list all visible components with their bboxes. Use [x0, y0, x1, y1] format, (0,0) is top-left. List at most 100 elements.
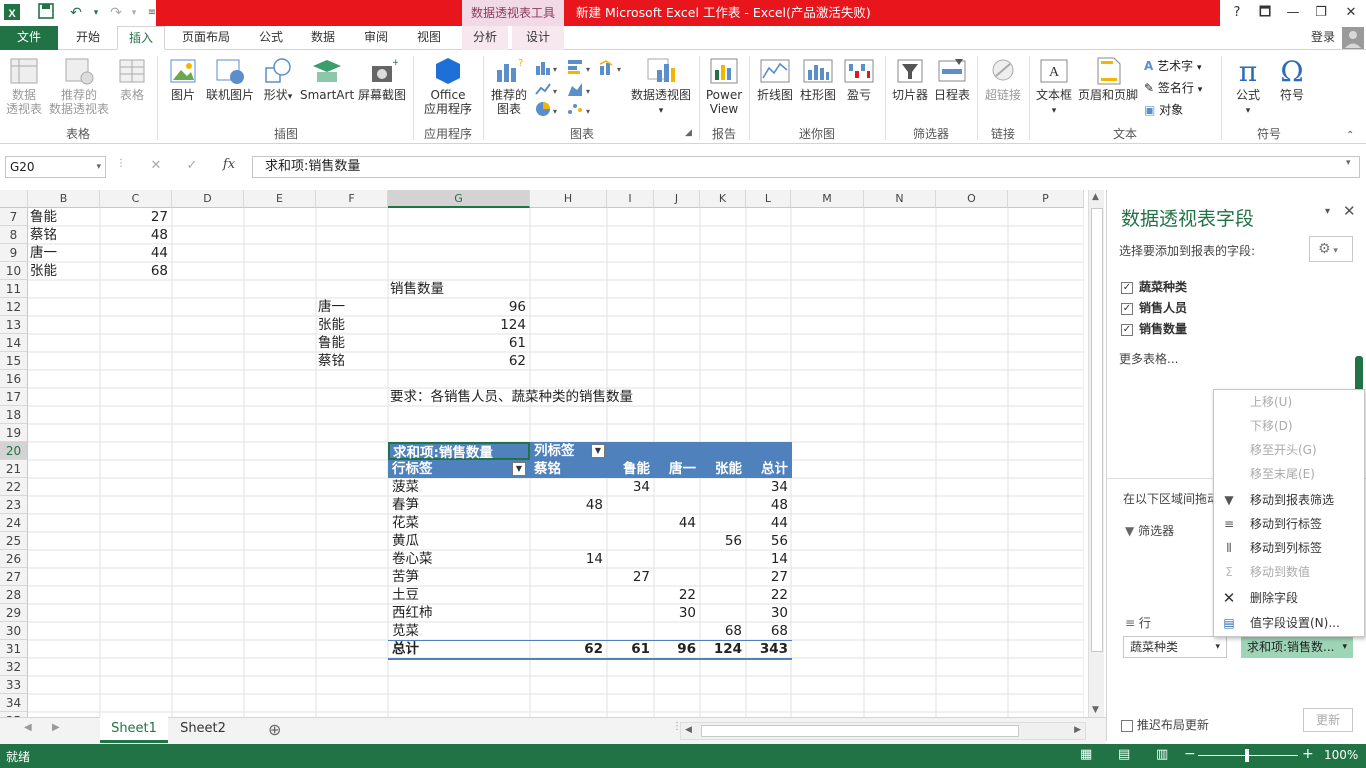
- pivot-value-cell[interactable]: [530, 622, 607, 640]
- context-menu-item[interactable]: ✕ 删除字段: [1214, 586, 1364, 610]
- scroll-down-icon[interactable]: ▼: [1092, 705, 1099, 715]
- sparkline-line-button[interactable]: 折线图: [754, 56, 796, 102]
- formula-input[interactable]: 求和项:销售数量: [252, 156, 1360, 178]
- summary-name[interactable]: 唐一: [318, 298, 386, 316]
- pivot-value-cell[interactable]: [700, 586, 746, 604]
- row-header-34[interactable]: 34: [0, 694, 28, 712]
- defer-update-option[interactable]: 推迟布局更新: [1121, 716, 1209, 733]
- cell-value[interactable]: 48: [102, 226, 170, 244]
- panel-options-icon[interactable]: ▾: [1325, 206, 1330, 217]
- column-header-m[interactable]: M: [791, 190, 864, 208]
- line-chart-icon[interactable]: ▾: [534, 80, 560, 98]
- name-box-dropdown-icon[interactable]: ▾: [96, 157, 101, 177]
- pivot-value-cell[interactable]: [654, 496, 700, 514]
- more-tables-link[interactable]: 更多表格...: [1119, 350, 1178, 367]
- vertical-scroll-thumb[interactable]: [1091, 208, 1103, 652]
- column-header-f[interactable]: F: [316, 190, 388, 208]
- summary-value[interactable]: 61: [390, 334, 528, 352]
- pivot-total-cell[interactable]: 96: [654, 640, 700, 658]
- summary-name[interactable]: 鲁能: [318, 334, 386, 352]
- pivot-column-header[interactable]: 蔡铭: [530, 460, 607, 478]
- add-sheet-icon[interactable]: ⊕: [268, 720, 281, 739]
- summary-header[interactable]: 销售数量: [390, 280, 528, 298]
- office-apps-button[interactable]: Office 应用程序: [416, 56, 480, 116]
- summary-value[interactable]: 96: [390, 298, 528, 316]
- summary-value[interactable]: 62: [390, 352, 528, 370]
- pivot-total-cell[interactable]: 62: [530, 640, 607, 658]
- row-header-23[interactable]: 23: [0, 496, 28, 514]
- context-menu-item[interactable]: ▤ 值字段设置(N)...: [1214, 611, 1364, 635]
- table-button[interactable]: 表格: [114, 56, 150, 102]
- pivot-value-cell[interactable]: [700, 478, 746, 496]
- tab-formulas[interactable]: 公式: [248, 26, 294, 50]
- signature-line-button[interactable]: ✎ 签名行 ▾: [1144, 78, 1216, 98]
- pivot-value-cell[interactable]: [530, 604, 607, 622]
- pivotchart-button[interactable]: 数据透视图 ▾: [628, 56, 694, 118]
- row-header-13[interactable]: 13: [0, 316, 28, 334]
- pie-chart-icon[interactable]: ▾: [534, 100, 560, 118]
- pivot-value-cell[interactable]: 27: [746, 568, 792, 586]
- pivot-value-cell[interactable]: 14: [746, 550, 792, 568]
- cell-name[interactable]: 蔡铭: [30, 226, 98, 244]
- sign-in-link[interactable]: 登录: [1304, 26, 1342, 50]
- column-label-filter-icon[interactable]: ▼: [591, 444, 605, 458]
- pivot-value-cell[interactable]: 34: [746, 478, 792, 496]
- column-header-h[interactable]: H: [530, 190, 607, 208]
- pivot-row-label-cell[interactable]: 菠菜: [392, 478, 522, 496]
- screenshot-button[interactable]: + 屏幕截图: [356, 56, 408, 102]
- row-header-9[interactable]: 9: [0, 244, 28, 262]
- object-button[interactable]: ▣ 对象: [1144, 100, 1216, 120]
- pivot-value-cell[interactable]: [607, 550, 654, 568]
- cell-value[interactable]: 68: [102, 262, 170, 280]
- row-header-15[interactable]: 15: [0, 352, 28, 370]
- avatar[interactable]: [1342, 27, 1364, 49]
- zoom-in-icon[interactable]: +: [1302, 746, 1314, 762]
- pivot-row-label-cell[interactable]: 苋菜: [392, 622, 522, 640]
- row-header-28[interactable]: 28: [0, 586, 28, 604]
- pivot-value-cell[interactable]: [700, 550, 746, 568]
- picture-button[interactable]: 图片: [164, 56, 202, 102]
- row-header-26[interactable]: 26: [0, 550, 28, 568]
- summary-value[interactable]: 124: [390, 316, 528, 334]
- context-menu-item[interactable]: 上移(U): [1214, 390, 1364, 414]
- restore-button[interactable]: ❐: [1306, 0, 1336, 26]
- pivot-value-cell[interactable]: [607, 604, 654, 622]
- row-header-18[interactable]: 18: [0, 406, 28, 424]
- context-menu-item[interactable]: ▼ 移动到报表筛选: [1214, 488, 1364, 512]
- row-header-17[interactable]: 17: [0, 388, 28, 406]
- column-header-g[interactable]: G: [388, 190, 530, 208]
- row-header-30[interactable]: 30: [0, 622, 28, 640]
- scroll-right-icon[interactable]: ▶: [1074, 725, 1081, 735]
- row-header-8[interactable]: 8: [0, 226, 28, 244]
- minimize-button[interactable]: —: [1278, 0, 1308, 26]
- defer-update-checkbox[interactable]: [1121, 719, 1133, 732]
- requirement-note[interactable]: 要求：各销售人员、蔬菜种类的销售数量: [390, 388, 890, 406]
- zoom-out-icon[interactable]: −: [1184, 746, 1196, 762]
- cell-value[interactable]: 44: [102, 244, 170, 262]
- filters-area[interactable]: ▼ 筛选器: [1125, 522, 1174, 539]
- pivot-value-cell[interactable]: 44: [654, 514, 700, 532]
- collapse-ribbon-icon[interactable]: ⌃: [1346, 130, 1354, 141]
- pivot-value-cell[interactable]: [530, 586, 607, 604]
- zoom-slider-thumb[interactable]: [1245, 749, 1249, 762]
- column-header-i[interactable]: I: [607, 190, 654, 208]
- row-header-14[interactable]: 14: [0, 334, 28, 352]
- save-icon[interactable]: [36, 3, 56, 23]
- smartart-button[interactable]: SmartArt: [300, 56, 354, 102]
- sheet-tab-sheet1[interactable]: Sheet1: [100, 717, 168, 743]
- summary-name[interactable]: 张能: [318, 316, 386, 334]
- tab-view[interactable]: 视图: [406, 26, 452, 50]
- page-layout-view-icon[interactable]: ▤: [1118, 747, 1130, 762]
- horizontal-scrollbar[interactable]: ◀ ▶: [680, 722, 1086, 740]
- row-header-31[interactable]: 31: [0, 640, 28, 658]
- pivot-row-label-cell[interactable]: 春笋: [392, 496, 522, 514]
- context-menu-item[interactable]: Σ 移动到数值: [1214, 560, 1364, 584]
- pivot-row-label-cell[interactable]: 黄瓜: [392, 532, 522, 550]
- cell-name[interactable]: 张能: [30, 262, 98, 280]
- cancel-entry-icon[interactable]: ✕: [146, 158, 166, 173]
- pivot-total-cell[interactable]: 343: [746, 640, 792, 658]
- tab-home[interactable]: 开始: [64, 26, 112, 50]
- row-header-33[interactable]: 33: [0, 676, 28, 694]
- worksheet-grid[interactable]: B C D E F G H I J K L M N O P 7 8 9 10 11 12 13 14 15 16 17 18 19 20…: [0, 190, 1084, 717]
- pivot-row-label-cell[interactable]: 卷心菜: [392, 550, 522, 568]
